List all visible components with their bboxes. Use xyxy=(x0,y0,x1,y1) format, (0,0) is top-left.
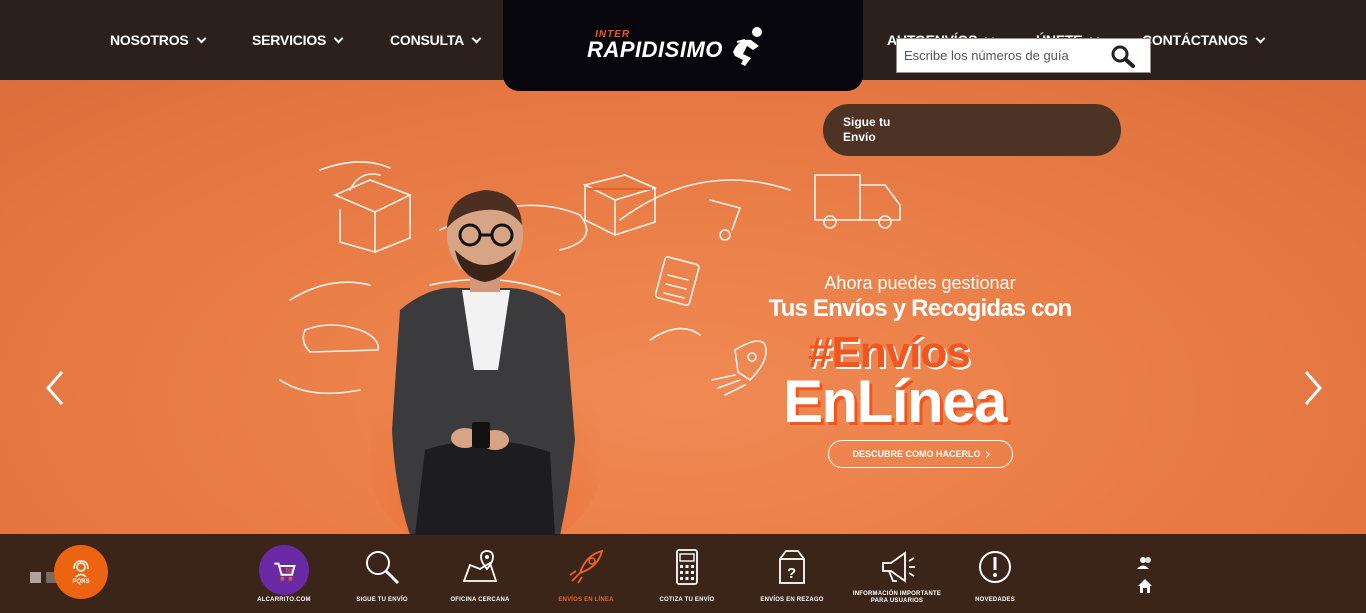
service-envios-en-linea[interactable]: ENVÍOS EN LÍNEA xyxy=(541,545,631,604)
service-informacion-usuarios[interactable]: INFORMACIÓN IMPORTANTE PARA USUARIOS xyxy=(852,545,942,605)
cart-icon: to xyxy=(259,545,309,595)
chevron-down-icon xyxy=(1255,33,1266,43)
map-icon xyxy=(458,545,502,589)
nav-nosotros[interactable]: NOSOTROS xyxy=(110,30,206,50)
pqrs-label: PQRS xyxy=(72,579,90,585)
calculator-icon xyxy=(665,545,709,589)
home-icon[interactable] xyxy=(1136,577,1154,595)
service-cotiza-envio[interactable]: COTIZA TU ENVÍO xyxy=(642,545,732,604)
service-label: COTIZA TU ENVÍO xyxy=(659,597,715,603)
service-envios-rezago[interactable]: ? ENVÍOS EN REZAGO xyxy=(747,545,837,604)
logo[interactable]: INTER RAPIDISIMO xyxy=(503,0,863,91)
hero-big-title: EnLínea xyxy=(783,368,1007,435)
nav-label: SERVICIOS xyxy=(252,32,327,48)
carousel-dot[interactable] xyxy=(30,572,41,583)
service-label: SIGUE TU ENVÍO xyxy=(356,597,408,603)
logo-rapidisimo: RAPIDISIMO xyxy=(587,36,723,62)
chevron-down-icon xyxy=(196,33,206,43)
service-sigue-envio[interactable]: SIGUE TU ENVÍO xyxy=(337,545,427,604)
discover-how-button[interactable]: DESCUBRE COMO HACERLO xyxy=(828,440,1013,468)
megaphone-icon xyxy=(875,545,919,589)
hero-banner: Sigue tu Envío Ahora puedes gestionar Tu… xyxy=(0,80,1366,535)
side-shortcuts xyxy=(1136,554,1154,595)
hero-line-1: Ahora puedes gestionar xyxy=(824,273,1016,293)
nav-consulta[interactable]: CONSULTA xyxy=(390,30,482,50)
headset-icon xyxy=(73,560,89,578)
chevron-right-icon xyxy=(1304,371,1322,405)
chevron-down-icon xyxy=(333,33,344,43)
chevron-right-icon xyxy=(982,450,990,458)
carousel-prev-button[interactable] xyxy=(44,370,68,406)
tracking-label: Sigue tu Envío xyxy=(843,115,891,144)
search-icon xyxy=(360,545,404,589)
service-label: OFICINA CERCANA xyxy=(450,597,510,603)
search-icon xyxy=(1111,45,1135,68)
alert-icon xyxy=(973,545,1017,589)
delivery-sketch-illustration xyxy=(279,161,901,396)
nav-contactanos[interactable]: CONTÁCTANOS xyxy=(1142,30,1266,50)
carousel-next-button[interactable] xyxy=(1300,370,1324,406)
businessman-illustration xyxy=(370,190,600,535)
chevron-left-icon xyxy=(46,371,64,405)
hero-line-2: Tus Envíos y Recogidas con xyxy=(768,295,1073,322)
tracking-search-button[interactable] xyxy=(1110,44,1136,68)
nav-label: CONTÁCTANOS xyxy=(1142,32,1248,48)
svg-text:?: ? xyxy=(787,565,796,582)
nav-label: CONSULTA xyxy=(390,32,465,48)
service-label: INFORMACIÓN IMPORTANTE PARA USUARIOS xyxy=(852,591,942,604)
pqrs-button[interactable]: PQRS xyxy=(54,545,108,599)
nav-label: NOSOTROS xyxy=(110,32,189,48)
runner-logo-icon xyxy=(732,26,762,66)
service-label: NOVEDADES xyxy=(975,597,1015,603)
box-question-icon: ? xyxy=(770,545,814,589)
service-label: ALCARRITO.COM xyxy=(257,597,311,603)
rocket-icon xyxy=(564,545,608,589)
cta-label: DESCUBRE COMO HACERLO xyxy=(852,449,981,459)
users-icon[interactable] xyxy=(1136,554,1154,572)
chevron-down-icon xyxy=(471,33,482,43)
svg-text:to: to xyxy=(286,565,293,574)
logo-text: INTER RAPIDISIMO xyxy=(587,29,723,63)
service-label: ENVÍOS EN REZAGO xyxy=(760,597,824,603)
carousel-dots xyxy=(30,572,57,583)
service-alcarrito[interactable]: to ALCARRITO.COM xyxy=(239,545,329,604)
service-novedades[interactable]: NOVEDADES xyxy=(950,545,1040,604)
service-oficina-cercana[interactable]: OFICINA CERCANA xyxy=(435,545,525,604)
tracking-panel: Sigue tu Envío xyxy=(823,104,1121,156)
service-label: ENVÍOS EN LÍNEA xyxy=(558,597,614,603)
nav-servicios[interactable]: SERVICIOS xyxy=(252,30,344,50)
